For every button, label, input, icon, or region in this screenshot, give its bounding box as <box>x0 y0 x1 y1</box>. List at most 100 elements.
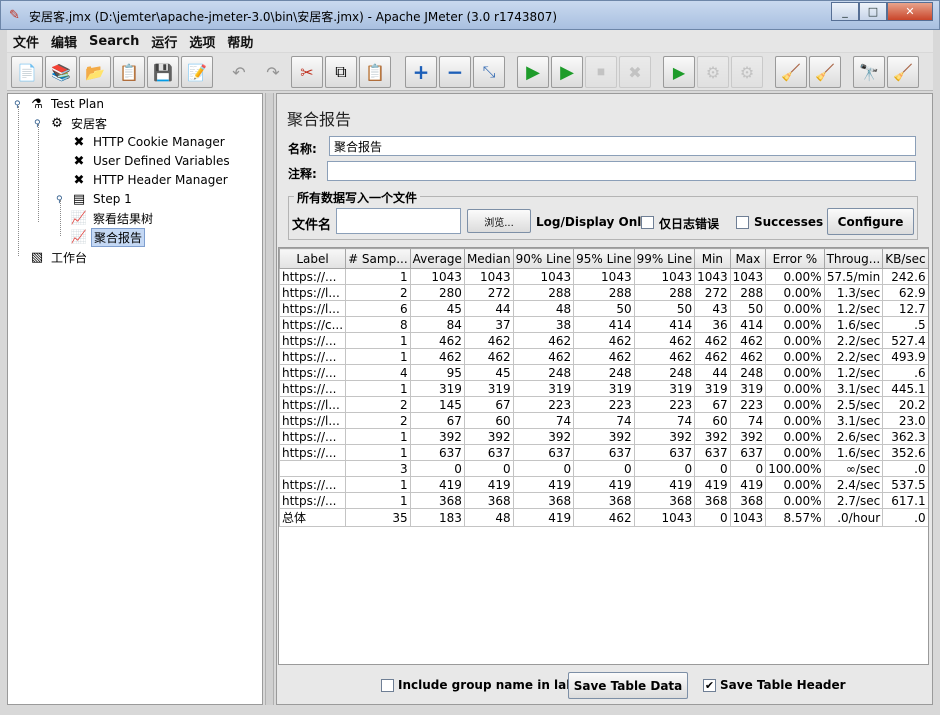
pane-splitter[interactable] <box>265 93 274 705</box>
tree-node-thread-group[interactable]: ⚙ 安居客 <box>48 114 109 132</box>
redo-button[interactable]: ↷ <box>257 56 289 88</box>
collapse-all-button[interactable]: − <box>439 56 471 88</box>
cut-button[interactable]: ✂ <box>291 56 323 88</box>
table-row[interactable]: https://c... 8 84 37 38 414 414 36 414 0.00% 1.6/s… <box>279 316 928 333</box>
paste-button[interactable]: 📋 <box>359 56 391 88</box>
maximize-button[interactable]: □ <box>859 2 887 21</box>
remote-stop-button[interactable]: ⚙ <box>697 56 729 88</box>
table-row[interactable]: https://... 1 1043 1043 1043 1043 1043 1043 1043… <box>279 268 928 285</box>
table-cell: 2.4/sec <box>823 476 884 493</box>
tree-guide-line <box>60 200 61 236</box>
table-row[interactable]: https://l... 2 280 272 288 288 288 272 288 0.00% 1… <box>279 284 928 301</box>
column-header[interactable]: 95% Line <box>573 248 635 269</box>
menu-edit[interactable]: 编辑 <box>45 32 83 51</box>
table-cell: 288 <box>573 284 635 301</box>
collapse-step-toggle[interactable]: ⚲ <box>56 196 64 205</box>
new-button[interactable]: 📄 <box>11 56 43 88</box>
table-row[interactable]: https://l... 6 45 44 48 50 50 43 50 0.00% 1.2/sec 1… <box>279 300 928 317</box>
table-row[interactable]: https://... 1 637 637 637 637 637 637 637 0.00% 1.… <box>279 444 928 461</box>
table-cell: .0/hour <box>823 508 884 527</box>
save-button[interactable]: 💾 <box>147 56 179 88</box>
bottom-bar: Include group name in label? Save Table … <box>277 669 932 705</box>
include-group-name-checkbox[interactable] <box>381 679 394 692</box>
undo-button[interactable]: ↶ <box>223 56 255 88</box>
table-row[interactable]: 3 0 0 0 0 0 0 0 100.00% ∞/sec .0 <box>279 460 928 477</box>
table-row[interactable]: 总体 35 183 48 419 462 1043 0 1043 8.57% .0/hour .0 <box>279 508 928 527</box>
table-row[interactable]: https://... 1 392 392 392 392 392 392 392 0.00% 2.… <box>279 428 928 445</box>
table-row[interactable]: https://... 1 319 319 319 319 319 319 319 0.00% 3.… <box>279 380 928 397</box>
errors-only-checkbox[interactable] <box>641 216 654 229</box>
column-header[interactable]: 99% Line <box>633 248 696 269</box>
table-row[interactable]: https://l... 2 67 60 74 74 74 60 74 0.00% 3.1/sec 2… <box>279 412 928 429</box>
templates-button[interactable]: 📚 <box>45 56 77 88</box>
tree-node-workbench[interactable]: ▧ 工作台 <box>28 248 89 266</box>
collapse-thread-group-toggle[interactable]: ⚲ <box>34 120 42 129</box>
tree-node-aggregate-report[interactable]: 📈 聚合报告 <box>70 227 146 247</box>
save-table-header-checkbox[interactable]: ✔ <box>703 679 716 692</box>
table-cell: 392 <box>573 428 635 445</box>
tree-node-user-defined-variables[interactable]: ✖ User Defined Variables <box>70 152 232 170</box>
table-cell: https://... <box>279 348 347 365</box>
shutdown-button[interactable]: ✖ <box>619 56 651 88</box>
table-cell: 0 <box>512 460 575 477</box>
table-cell: 462 <box>573 348 635 365</box>
column-header[interactable]: Label <box>279 248 347 269</box>
column-header[interactable]: Min <box>694 248 731 269</box>
table-row[interactable]: https://... 4 95 45 248 248 248 44 248 0.00% 1.2/s… <box>279 364 928 381</box>
table-cell: https://... <box>279 364 347 381</box>
comment-input[interactable] <box>327 161 916 181</box>
expand-all-button[interactable]: + <box>405 56 437 88</box>
clear-all-button[interactable]: 🧹 <box>809 56 841 88</box>
name-input[interactable] <box>329 136 916 156</box>
toggle-button[interactable]: ⤡ <box>473 56 505 88</box>
column-header[interactable]: 90% Line <box>512 248 575 269</box>
search-icon: 🔭 <box>859 62 879 82</box>
menu-options[interactable]: 选项 <box>183 32 221 51</box>
column-header[interactable]: Max <box>729 248 767 269</box>
table-cell: 2.7/sec <box>823 492 884 509</box>
stop-button[interactable]: ⏹ <box>585 56 617 88</box>
table-row[interactable]: https://... 1 462 462 462 462 462 462 462 0.00% 2.… <box>279 348 928 365</box>
search-button[interactable]: 🔭 <box>853 56 885 88</box>
menu-run[interactable]: 运行 <box>145 32 183 51</box>
column-header[interactable]: # Samp... <box>345 248 411 269</box>
start-button[interactable]: ▶ <box>517 56 549 88</box>
menu-file[interactable]: 文件 <box>7 32 45 51</box>
table-cell: 319 <box>573 380 635 397</box>
table-row[interactable]: https://... 1 419 419 419 419 419 419 419 0.00% 2.… <box>279 476 928 493</box>
menu-help[interactable]: 帮助 <box>221 32 259 51</box>
filename-input[interactable] <box>336 208 461 234</box>
minimize-button[interactable]: _ <box>831 2 859 21</box>
tree-node-cookie-manager[interactable]: ✖ HTTP Cookie Manager <box>70 133 227 151</box>
copy-button[interactable]: ⧉ <box>325 56 357 88</box>
tree-node-step[interactable]: ▤ Step 1 <box>70 190 134 208</box>
column-header[interactable]: Median <box>463 248 514 269</box>
close-file-button[interactable]: 📋 <box>113 56 145 88</box>
menu-search[interactable]: Search <box>83 34 145 49</box>
tree-node-results-tree[interactable]: 📈 察看结果树 <box>70 209 155 227</box>
column-header[interactable]: Average <box>409 248 465 269</box>
table-cell: 493.9 <box>882 348 928 365</box>
tree-node-header-manager[interactable]: ✖ HTTP Header Manager <box>70 171 230 189</box>
remote-shutdown-button[interactable]: ⚙ <box>731 56 763 88</box>
configure-button[interactable]: Configure <box>827 208 914 235</box>
clear-button[interactable]: 🧹 <box>775 56 807 88</box>
remote-start-button[interactable]: ▶ <box>663 56 695 88</box>
tree-node-test-plan[interactable]: ⚗ Test Plan <box>28 95 106 113</box>
reset-search-button[interactable]: 🧹 <box>887 56 919 88</box>
open-button[interactable]: 📂 <box>79 56 111 88</box>
close-button[interactable]: ✕ <box>887 2 933 21</box>
table-cell: 1 <box>345 268 411 285</box>
column-header[interactable]: Throug... <box>823 248 884 269</box>
column-header[interactable]: Error % <box>765 248 825 269</box>
save-as-button[interactable]: 📝 <box>181 56 213 88</box>
collapse-test-plan-toggle[interactable]: ⚲ <box>14 101 22 110</box>
table-row[interactable]: https://l... 2 145 67 223 223 223 67 223 0.00% 2.5… <box>279 396 928 413</box>
save-table-data-button[interactable]: Save Table Data <box>568 672 688 699</box>
column-header[interactable]: KB/sec <box>882 248 928 269</box>
table-row[interactable]: https://... 1 462 462 462 462 462 462 462 0.00% 2.… <box>279 332 928 349</box>
start-no-pauses-button[interactable]: ▶ <box>551 56 583 88</box>
table-row[interactable]: https://... 1 368 368 368 368 368 368 368 0.00% 2.… <box>279 492 928 509</box>
successes-checkbox[interactable] <box>736 216 749 229</box>
browse-button[interactable]: 浏览... <box>467 209 531 233</box>
